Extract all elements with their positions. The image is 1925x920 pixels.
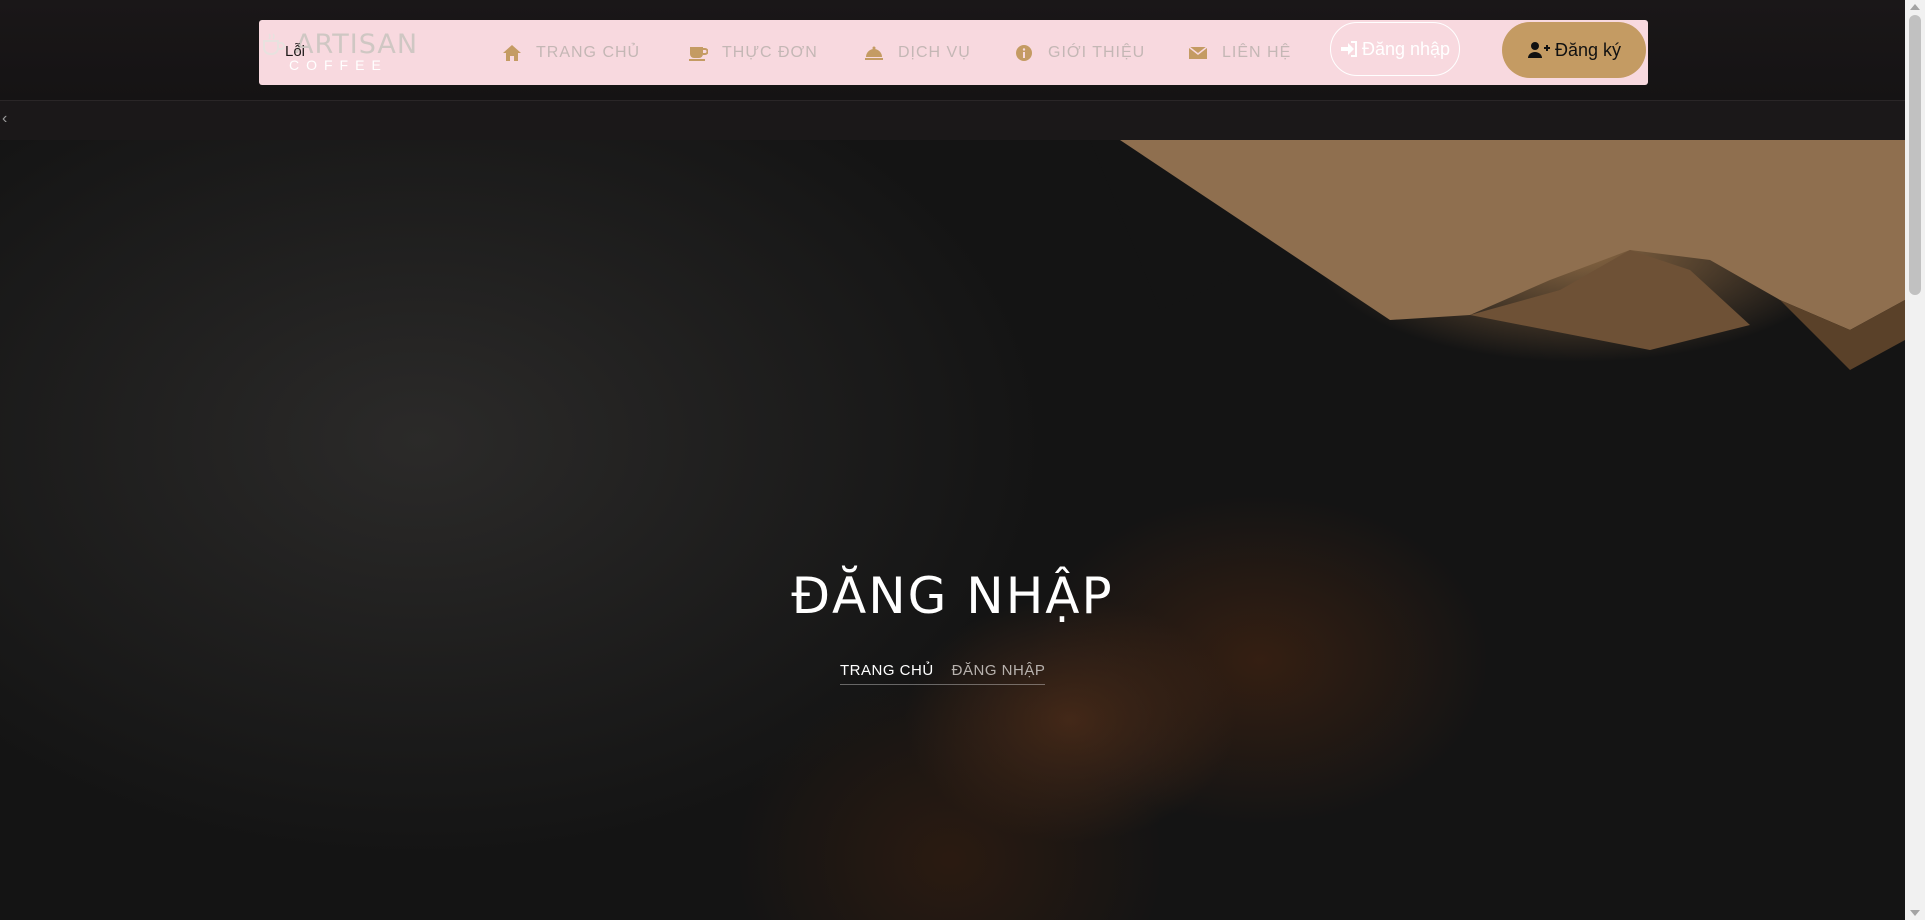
nav-item-label: THỰC ĐƠN xyxy=(722,43,818,61)
scroll-up-arrow[interactable] xyxy=(1910,4,1920,10)
user-plus-icon xyxy=(1527,42,1550,58)
info-circle-icon xyxy=(1014,44,1034,62)
coffee-bag-image xyxy=(1090,140,1905,370)
sub-header-strip: ‹ xyxy=(0,100,1905,141)
nav-item-label: LIÊN HỆ xyxy=(1222,43,1292,61)
nav-item-menu[interactable]: THỰC ĐƠN xyxy=(688,20,818,85)
scroll-down-arrow[interactable] xyxy=(1910,910,1920,916)
page-scrollbar[interactable] xyxy=(1905,0,1925,920)
breadcrumb: TRANG CHỦ ĐĂNG NHẬP xyxy=(840,662,1046,685)
login-button[interactable]: Đăng nhập xyxy=(1330,22,1460,76)
login-button-label: Đăng nhập xyxy=(1361,38,1451,59)
nav-item-label: TRANG CHỦ xyxy=(536,43,641,61)
sign-in-icon xyxy=(1340,41,1357,57)
page-title: ĐĂNG NHẬP xyxy=(791,567,1114,625)
envelope-icon xyxy=(1188,44,1208,62)
nav-item-about[interactable]: GIỚI THIỆU xyxy=(1014,20,1145,85)
chevron-left-icon[interactable]: ‹ xyxy=(2,111,7,127)
cloche-icon xyxy=(864,44,884,62)
nav-item-home[interactable]: TRANG CHỦ xyxy=(502,20,640,85)
register-button[interactable]: Đăng ký xyxy=(1502,22,1646,78)
logo-cup-icon xyxy=(263,33,285,55)
breadcrumb-home-link[interactable]: TRANG CHỦ xyxy=(840,662,934,682)
brand-logo[interactable]: ARTISAN COFFEE Lỗi xyxy=(259,24,429,82)
navbar: ARTISAN COFFEE Lỗi TRANG CHỦ THỰC ĐƠN DỊ… xyxy=(259,20,1648,85)
brand-name: ARTISAN xyxy=(295,29,419,60)
home-icon xyxy=(502,44,522,62)
scroll-thumb[interactable] xyxy=(1909,15,1921,295)
error-text: Lỗi xyxy=(285,43,306,60)
hero-section: ĐĂNG NHẬP TRANG CHỦ ĐĂNG NHẬP xyxy=(0,140,1905,920)
nav-item-services[interactable]: DỊCH VỤ xyxy=(864,20,971,85)
coffee-cup-icon xyxy=(688,44,708,62)
nav-item-label: GIỚI THIỆU xyxy=(1048,43,1146,61)
nav-item-label: DỊCH VỤ xyxy=(898,43,971,61)
nav-item-contact[interactable]: LIÊN HỆ xyxy=(1188,20,1291,85)
register-button-label: Đăng ký xyxy=(1554,39,1622,60)
breadcrumb-current: ĐĂNG NHẬP xyxy=(951,662,1046,679)
